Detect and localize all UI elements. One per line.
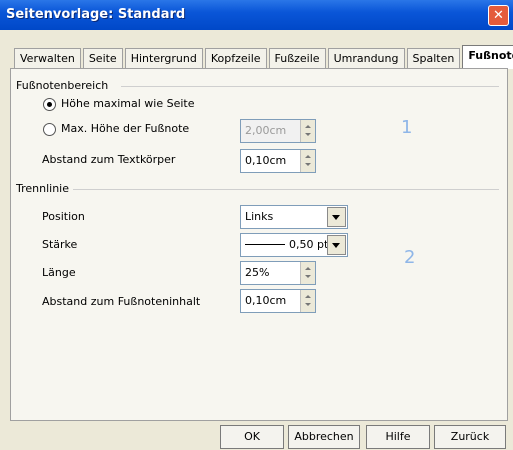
- weight-select[interactable]: 0,50 pt: [240, 233, 348, 257]
- chevron-down-icon[interactable]: [327, 235, 346, 255]
- spinner-arrows[interactable]: [300, 150, 315, 172]
- content-spacing-value[interactable]: 0,10cm: [245, 294, 286, 307]
- content-spacing-spinner[interactable]: 0,10cm: [240, 289, 316, 313]
- radio-max-page-height[interactable]: [43, 98, 56, 111]
- back-button[interactable]: Zurück: [434, 425, 506, 449]
- spinner-arrows[interactable]: [300, 290, 315, 312]
- marker-1: 1: [401, 117, 413, 138]
- body-spacing-label: Abstand zum Textkörper: [42, 153, 176, 166]
- spinner-arrows: [300, 120, 315, 142]
- length-label: Länge: [42, 266, 76, 279]
- tab-hintergrund[interactable]: Hintergrund: [124, 48, 203, 69]
- content-spacing-label: Abstand zum Fußnoteninhalt: [42, 295, 201, 308]
- max-footnote-height-spinner: 2,00cm: [240, 119, 316, 143]
- body-spacing-value[interactable]: 0,10cm: [245, 154, 286, 167]
- title-bar: Seitenvorlage: Standard ✕: [0, 0, 513, 30]
- separator-divider: [73, 189, 499, 190]
- spinner-arrows[interactable]: [300, 262, 315, 284]
- position-select-value[interactable]: Links: [245, 210, 273, 223]
- tab-spalten[interactable]: Spalten: [406, 48, 461, 69]
- max-footnote-height-value: 2,00cm: [245, 124, 287, 137]
- tab-fusszeile[interactable]: Fußzeile: [268, 48, 326, 69]
- position-label: Position: [42, 210, 85, 223]
- radio-max-footnote-height-label[interactable]: Max. Höhe der Fußnote: [61, 122, 189, 135]
- tab-strip: Verwalten Seite Hintergrund Kopfzeile Fu…: [14, 45, 513, 69]
- footnote-area-divider: [121, 86, 499, 87]
- body-spacing-spinner[interactable]: 0,10cm: [240, 149, 316, 173]
- radio-max-page-height-label[interactable]: Höhe maximal wie Seite: [61, 97, 194, 110]
- footnote-area-heading: Fußnotenbereich: [16, 79, 109, 92]
- weight-label: Stärke: [42, 238, 78, 251]
- tab-verwalten[interactable]: Verwalten: [14, 48, 81, 69]
- tab-panel: Fußnotenbereich Höhe maximal wie Seite M…: [10, 68, 508, 421]
- separator-heading: Trennlinie: [16, 182, 70, 195]
- window-title: Seitenvorlage: Standard: [6, 7, 186, 22]
- tab-seite[interactable]: Seite: [82, 48, 123, 69]
- ok-button[interactable]: OK: [220, 425, 284, 449]
- chevron-down-icon[interactable]: [327, 207, 346, 227]
- weight-select-value[interactable]: 0,50 pt: [289, 238, 328, 251]
- marker-2: 2: [404, 247, 416, 268]
- close-icon[interactable]: ✕: [488, 5, 509, 26]
- tab-umrandung[interactable]: Umrandung: [327, 48, 405, 69]
- length-spinner[interactable]: 25%: [240, 261, 316, 285]
- tab-kopfzeile[interactable]: Kopfzeile: [204, 48, 267, 69]
- tab-fussnote[interactable]: Fußnote: [462, 45, 513, 69]
- dialog-body: Verwalten Seite Hintergrund Kopfzeile Fu…: [0, 30, 513, 450]
- cancel-button[interactable]: Abbrechen: [288, 425, 360, 449]
- help-button[interactable]: Hilfe: [366, 425, 430, 449]
- radio-max-footnote-height[interactable]: [43, 123, 56, 136]
- length-value[interactable]: 25%: [245, 266, 269, 279]
- line-weight-preview: [245, 244, 285, 245]
- position-select[interactable]: Links: [240, 205, 348, 229]
